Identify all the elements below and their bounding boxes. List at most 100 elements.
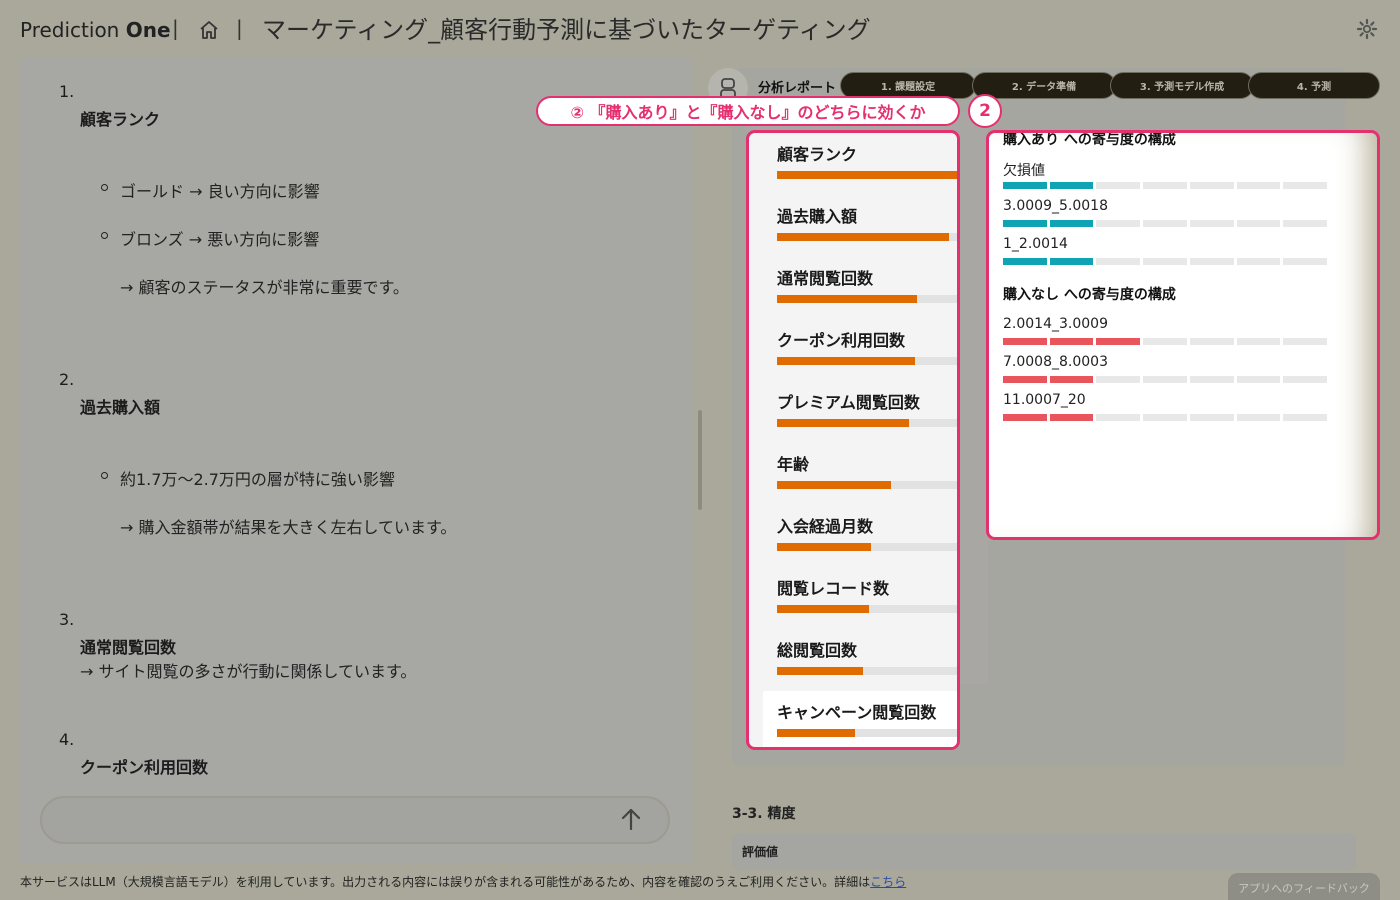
feature-label: 通常閲覧回数 — [777, 269, 874, 288]
contribution-label: 7.0008_8.0003 — [1003, 354, 1108, 370]
importance-bar — [777, 295, 917, 303]
feature-label: 顧客ランク — [777, 145, 858, 164]
importance-bar — [777, 543, 871, 551]
section-title: 3-3. 精度 — [732, 806, 796, 822]
positive-title: 購入あり への寄与度の構成 — [1003, 132, 1176, 148]
feature-row[interactable]: 年齢 — [777, 451, 957, 489]
brand-light: Prediction — [20, 18, 126, 42]
header-separator: | — [236, 16, 243, 40]
contribution-label: 3.0009_5.0018 — [1003, 198, 1108, 214]
contribution-segment — [1189, 414, 1234, 421]
list-bullet-text: ブロンズ → 悪い方向に影響 — [120, 230, 320, 249]
importance-bar — [777, 605, 869, 613]
feature-label: 閲覧レコード数 — [777, 579, 890, 598]
list-note: → 顧客のステータスが非常に重要です。 — [120, 278, 409, 297]
importance-bar — [777, 667, 863, 675]
feature-label: 入会経過月数 — [777, 517, 874, 536]
list-note: → サイト閲覧の多さが行動に関係しています。 — [80, 662, 417, 681]
list-note: → 購入金額帯が結果を大きく左右しています。 — [120, 518, 457, 537]
list-heading: 過去購入額 — [80, 398, 161, 417]
feature-label: 過去購入額 — [777, 207, 858, 226]
importance-track — [777, 605, 957, 613]
contribution-segment — [1096, 338, 1141, 345]
contribution-segment — [1236, 258, 1281, 265]
contribution-bar — [1003, 338, 1328, 345]
list-bullet-text: 約1.7万～2.7万円の層が特に強い影響 — [120, 470, 395, 489]
list-heading: 顧客ランク — [80, 110, 161, 129]
bullet-icon — [101, 472, 108, 479]
negative-title: 購入なし への寄与度の構成 — [1003, 287, 1176, 303]
contribution-segment — [1003, 414, 1047, 421]
contribution-segment — [1236, 376, 1281, 383]
contribution-bar — [1003, 182, 1328, 189]
feature-label: プレミアム閲覧回数 — [777, 393, 920, 412]
feature-row[interactable]: クーポン利用回数 — [777, 327, 957, 365]
step-tab-1[interactable]: 1. 課題設定 — [840, 72, 976, 99]
step-tab-2[interactable]: 2. データ準備 — [972, 72, 1116, 99]
step-tab-4[interactable]: 4. 予測 — [1248, 72, 1380, 99]
contribution-segment — [1096, 376, 1141, 383]
importance-track — [777, 171, 957, 179]
contribution-label: 欠損値 — [1003, 163, 1045, 179]
step-tab-3[interactable]: 3. 予測モデル作成 — [1110, 72, 1254, 99]
contribution-segment — [1283, 220, 1328, 227]
list-heading: 通常閲覧回数 — [80, 638, 177, 657]
contribution-segment — [1096, 182, 1141, 189]
contribution-segment — [1283, 376, 1328, 383]
feature-row[interactable]: 通常閲覧回数 — [777, 265, 957, 303]
header-separator: | — [172, 16, 179, 40]
bullet-icon — [101, 184, 108, 191]
contribution-segment — [1003, 182, 1047, 189]
contribution-segment — [1283, 338, 1328, 345]
list-number: 1. — [59, 82, 75, 101]
feature-importance-list: 顧客ランク過去購入額通常閲覧回数クーポン利用回数プレミアム閲覧回数 年齢入会経過月… — [746, 130, 960, 750]
feedback-button[interactable]: アプリへのフィードバック — [1228, 873, 1380, 900]
contribution-segment — [1003, 220, 1047, 227]
importance-track — [777, 481, 957, 489]
feature-row[interactable]: 顧客ランク — [777, 141, 957, 179]
feature-row[interactable]: 総閲覧回数 — [777, 637, 957, 675]
list-number: 3. — [59, 610, 75, 629]
feature-row[interactable]: 閲覧レコード数 — [777, 575, 957, 613]
feature-row[interactable]: プレミアム閲覧回数 — [777, 389, 957, 427]
contribution-segment — [1049, 376, 1094, 383]
annotation-number: 2 — [968, 94, 1002, 128]
send-button[interactable] — [616, 804, 646, 834]
contribution-segment — [1143, 258, 1187, 265]
importance-track — [777, 419, 957, 427]
feature-label: 総閲覧回数 — [777, 641, 858, 660]
contribution-segment — [1283, 182, 1328, 189]
feature-label: 年齢 — [777, 455, 810, 474]
gear-icon[interactable] — [1356, 18, 1378, 40]
brand-bold: One — [125, 18, 171, 42]
chat-input[interactable] — [40, 796, 670, 844]
contribution-segment — [1096, 220, 1141, 227]
contribution-segment — [1143, 376, 1187, 383]
feature-row[interactable]: 入会経過月数 — [777, 513, 957, 551]
feature-row[interactable]: 過去購入額 — [777, 203, 957, 241]
contribution-bar — [1003, 220, 1328, 227]
contribution-segment — [1283, 258, 1328, 265]
contribution-bar — [1003, 258, 1328, 265]
importance-bar — [777, 419, 909, 427]
home-icon[interactable] — [198, 19, 220, 41]
contribution-segment — [1189, 258, 1234, 265]
contribution-segment — [1143, 414, 1187, 421]
contribution-segment — [1189, 220, 1234, 227]
header: Prediction One | | マーケティング_顧客行動予測に基づいたター… — [0, 0, 1400, 58]
footer-link[interactable]: こちら — [870, 875, 906, 889]
feature-row[interactable]: キャンペーン閲覧回数 — [777, 699, 957, 737]
list-heading: クーポン利用回数 — [80, 758, 209, 777]
contribution-bar — [1003, 376, 1328, 383]
contribution-segment — [1283, 414, 1328, 421]
contribution-breakdown: 購入あり への寄与度の構成 購入なし への寄与度の構成 欠損値 3.0009_5.… — [986, 130, 1380, 540]
contribution-segment — [1189, 338, 1234, 345]
contribution-segment — [1143, 338, 1187, 345]
contribution-segment — [1236, 414, 1281, 421]
contribution-segment — [1049, 414, 1094, 421]
contribution-label: 2.0014_3.0009 — [1003, 316, 1108, 332]
panel-resize-handle[interactable] — [698, 410, 702, 510]
importance-track — [777, 357, 957, 365]
app-logo[interactable]: Prediction One — [20, 18, 171, 42]
contribution-segment — [1003, 376, 1047, 383]
